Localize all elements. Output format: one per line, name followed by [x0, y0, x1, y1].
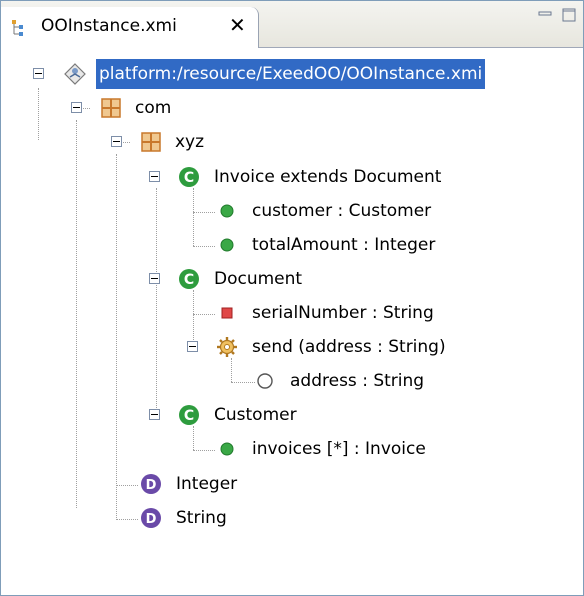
tree-label-customer-attr: customer : Customer [252, 201, 432, 221]
tree-item-package-xyz[interactable]: xyz [1, 127, 583, 157]
editor-view: OOInstance.xmi ✕ platform:/resource/Exee… [0, 0, 584, 596]
tab-bar: OOInstance.xmi ✕ [1, 1, 583, 48]
private-attribute-icon [221, 307, 233, 319]
tree-item-class-customer[interactable]: C Customer [1, 400, 583, 430]
tree-label-address: address : String [290, 371, 425, 391]
collapse-toggle[interactable] [111, 136, 122, 147]
attribute-icon [220, 442, 234, 456]
tree-label-integer: Integer [176, 474, 238, 494]
collapse-toggle[interactable] [33, 68, 44, 79]
tree-label-totalamount: totalAmount : Integer [252, 235, 436, 255]
tree-item-package-com[interactable]: com [1, 93, 583, 123]
datatype-icon: D [141, 508, 161, 528]
tree-label-root: platform:/resource/ExeedOO/OOInstance.xm… [96, 59, 486, 89]
tree-label-string: String [176, 508, 227, 528]
close-icon[interactable]: ✕ [229, 13, 246, 37]
svg-text:C: C [184, 408, 194, 424]
svg-text:C: C [184, 170, 194, 186]
package-icon [101, 98, 121, 118]
collapse-toggle[interactable] [149, 409, 160, 420]
tree-item-operation-send[interactable]: send (address : String) [1, 332, 583, 362]
tree-item-class-document[interactable]: C Document [1, 264, 583, 294]
xmi-resource-icon [64, 63, 86, 85]
package-icon [141, 132, 161, 152]
tree-item-attribute-totalamount[interactable]: totalAmount : Integer [1, 230, 583, 260]
datatype-icon: D [141, 474, 161, 494]
minimize-icon[interactable] [537, 7, 553, 23]
collapse-toggle[interactable] [149, 273, 160, 284]
tree-label-send: send (address : String) [252, 337, 446, 357]
collapse-toggle[interactable] [149, 171, 160, 182]
tree-item-attribute-customer[interactable]: customer : Customer [1, 196, 583, 226]
model-tree: platform:/resource/ExeedOO/OOInstance.xm… [1, 48, 583, 596]
tree-item-attribute-invoices[interactable]: invoices [*] : Invoice [1, 434, 583, 464]
tree-item-class-invoice[interactable]: C Invoice extends Document [1, 162, 583, 192]
tree-item-parameter-address[interactable]: address : String [1, 366, 583, 396]
tree-item-attribute-serialnumber[interactable]: serialNumber : String [1, 298, 583, 328]
class-icon: C [179, 405, 199, 425]
attribute-icon [220, 204, 234, 218]
class-icon: C [179, 167, 199, 187]
svg-text:D: D [146, 478, 157, 493]
svg-text:C: C [184, 272, 194, 288]
tab-ooinstance[interactable]: OOInstance.xmi ✕ [1, 7, 259, 48]
maximize-icon[interactable] [561, 7, 577, 23]
gear-icon [217, 337, 237, 357]
tab-title: OOInstance.xmi [41, 16, 177, 36]
tree-label-document: Document [214, 269, 303, 289]
collapse-toggle[interactable] [71, 102, 82, 113]
svg-text:D: D [146, 512, 157, 527]
tree-item-root[interactable]: platform:/resource/ExeedOO/OOInstance.xm… [1, 59, 583, 89]
tree-label-serialnumber: serialNumber : String [252, 303, 434, 323]
attribute-icon [220, 238, 234, 252]
tree-label-invoices: invoices [*] : Invoice [252, 439, 426, 459]
collapse-toggle[interactable] [187, 341, 198, 352]
tree-item-datatype-string[interactable]: D String [1, 503, 583, 533]
model-file-icon [12, 20, 23, 36]
tree-label-invoice: Invoice extends Document [214, 167, 442, 187]
parameter-icon [257, 373, 273, 389]
tree-label-xyz: xyz [175, 132, 205, 152]
tree-item-datatype-integer[interactable]: D Integer [1, 469, 583, 499]
tree-label-customer: Customer [214, 405, 297, 425]
tree-label-com: com [135, 98, 172, 118]
class-icon: C [179, 269, 199, 289]
